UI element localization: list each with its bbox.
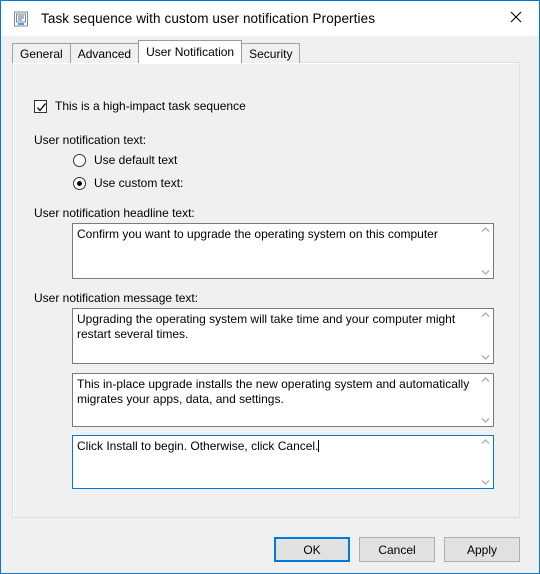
radio-selected-icon[interactable] [73,176,86,190]
properties-dialog-window: Task sequence with custom user notificat… [0,0,540,574]
scroll-down-icon [481,355,489,360]
scroll-up-icon [481,439,489,444]
high-impact-checkbox-label: This is a high-impact task sequence [55,99,246,113]
scroll-up-icon [481,312,489,317]
high-impact-checkbox-row[interactable]: This is a high-impact task sequence [34,99,246,113]
tab-user-notification[interactable]: User Notification [138,40,243,63]
tab-strip: General Advanced User Notification Secur… [12,40,539,63]
cancel-button[interactable]: Cancel [359,537,435,562]
radio-use-custom-text[interactable]: Use custom text: [73,176,183,190]
title-bar: Task sequence with custom user notificat… [1,1,539,36]
text-caret [318,440,320,452]
tab-user-notification-label: User Notification [146,45,235,59]
message-1-scrollbar[interactable] [476,309,493,363]
scroll-down-icon [481,270,489,275]
message-text-value-3: Click Install to begin. Otherwise, click… [77,439,319,453]
message-text-input-3[interactable]: Click Install to begin. Otherwise, click… [72,435,494,489]
dialog-button-bar: OK Cancel Apply [274,537,520,562]
tab-advanced[interactable]: Advanced [69,43,140,63]
headline-scrollbar[interactable] [476,224,493,278]
tab-panel: This is a high-impact task sequence User… [12,62,520,518]
radio-unselected-icon[interactable] [73,153,86,167]
properties-document-icon [13,11,29,27]
checkbox-checked-icon[interactable] [34,99,47,113]
message-text-value-2[interactable]: This in-place upgrade installs the new o… [73,374,476,426]
radio-use-default-text-label: Use default text [94,153,178,167]
headline-text-value[interactable]: Confirm you want to upgrade the operatin… [73,224,476,278]
message-text-input-2[interactable]: This in-place upgrade installs the new o… [72,373,494,427]
scroll-up-icon [481,377,489,382]
message-text-value-1[interactable]: Upgrading the operating system will take… [73,309,476,363]
scroll-up-icon [481,227,489,232]
tab-general-label: General [20,46,63,61]
close-icon[interactable] [493,1,539,33]
headline-text-label: User notification headline text: [34,206,195,220]
apply-button[interactable]: Apply [444,537,520,562]
tab-general[interactable]: General [12,43,71,63]
scroll-down-icon [481,480,489,485]
message-text-value-3-wrap[interactable]: Click Install to begin. Otherwise, click… [73,436,476,488]
tab-advanced-label: Advanced [77,46,132,61]
message-text-input-1[interactable]: Upgrading the operating system will take… [72,308,494,364]
message-2-scrollbar[interactable] [476,374,493,426]
message-text-label: User notification message text: [34,291,199,305]
radio-use-custom-text-label: Use custom text: [94,176,184,190]
notification-text-label: User notification text: [34,133,147,147]
headline-text-input[interactable]: Confirm you want to upgrade the operatin… [72,223,494,279]
tab-security-label: Security [249,46,293,61]
window-title: Task sequence with custom user notificat… [41,11,376,26]
message-3-scrollbar[interactable] [476,436,493,488]
ok-button[interactable]: OK [274,537,350,562]
tab-security[interactable]: Security [241,43,301,63]
scroll-down-icon [481,418,489,423]
radio-use-default-text[interactable]: Use default text [73,153,177,167]
